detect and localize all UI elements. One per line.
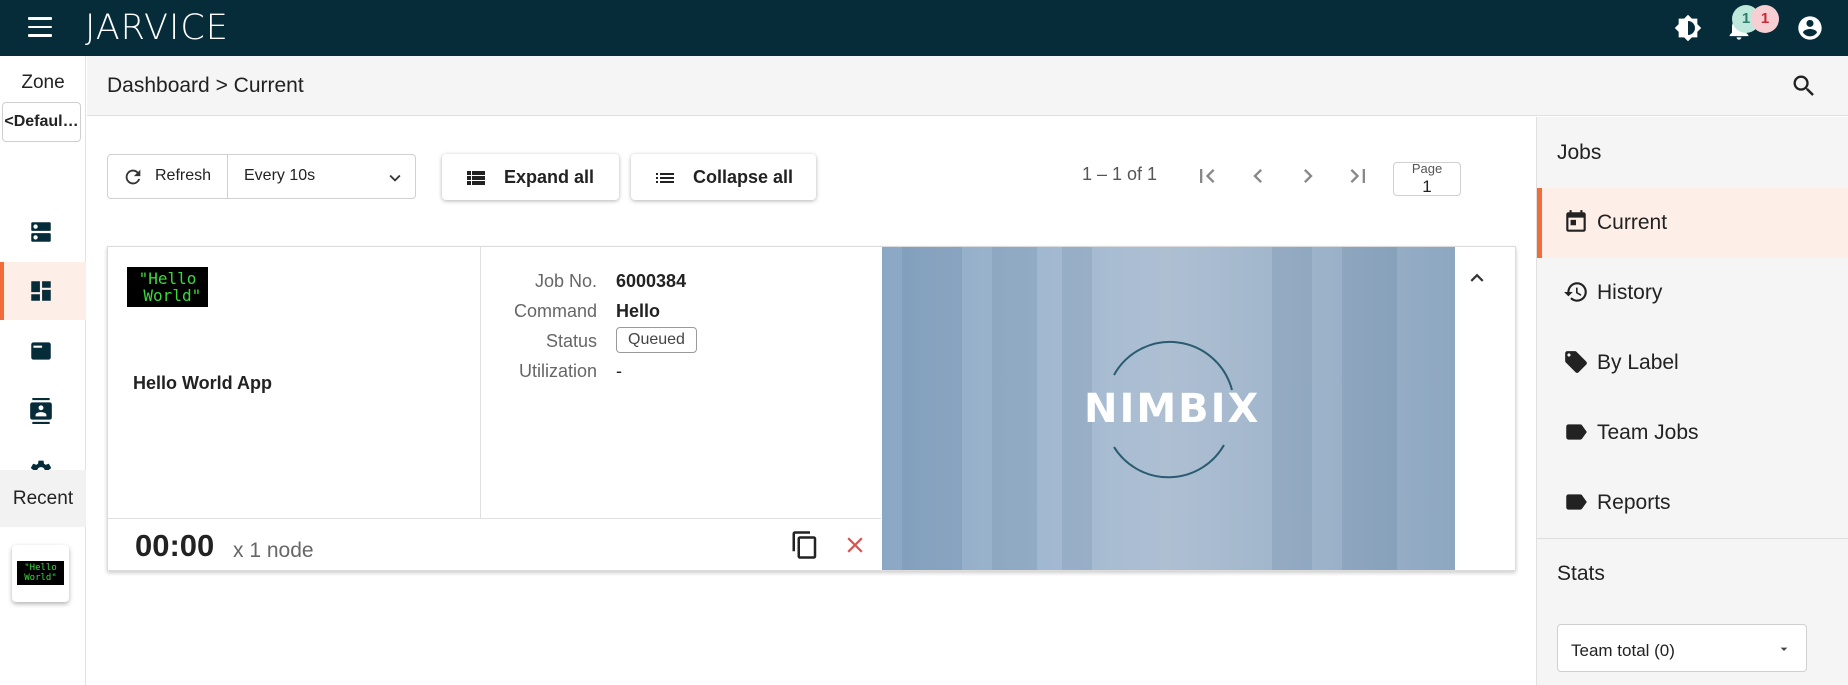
recent-section: Recent	[0, 470, 86, 527]
chevron-down-icon	[389, 174, 401, 182]
job-details: Job No. 6000384 Command Hello Status Que…	[482, 247, 882, 518]
page-value: 1	[1422, 177, 1432, 196]
recent-label: Recent	[12, 488, 74, 509]
label-icon	[1566, 424, 1587, 440]
account-icon[interactable]	[1796, 14, 1824, 42]
job-timer: 00:00	[135, 528, 215, 563]
refresh-interval-value: Every 10s	[244, 167, 316, 184]
job-node-count: x 1 node	[233, 539, 314, 562]
job-card: "Hello World" Hello World App Job No. 60…	[107, 246, 1516, 571]
status-badge: Queued	[616, 327, 697, 353]
menu-icon[interactable]	[28, 17, 52, 39]
recent-app-logo: "Hello World"	[17, 561, 64, 585]
top-app-bar: JARVICE 1 1	[0, 0, 1848, 56]
alert-count-badge: 1	[1751, 5, 1779, 33]
chevron-up-icon[interactable]	[1464, 265, 1490, 291]
left-navigation-rail: Zone <Defaul… Recent "Hello World"	[0, 56, 86, 685]
app-logo: "Hello World"	[127, 267, 208, 307]
refresh-control: Refresh Every 10s	[107, 154, 416, 199]
breadcrumb-bar: Dashboard > Current	[87, 56, 1848, 116]
expand-all-button[interactable]: Expand all	[442, 154, 619, 200]
tag-icon	[1565, 351, 1587, 373]
jobs-header: Jobs	[1557, 141, 1602, 164]
search-icon[interactable]	[1790, 72, 1818, 100]
refresh-interval-select[interactable]: Every 10s	[229, 155, 416, 198]
command-value: Hello	[616, 301, 661, 321]
panel-item-label: Team Jobs	[1597, 421, 1699, 444]
breadcrumb: Dashboard > Current	[107, 74, 304, 97]
expand-all-label: Expand all	[504, 167, 595, 187]
panel-item-current[interactable]: Current	[1537, 188, 1848, 258]
refresh-button[interactable]: Refresh	[108, 155, 228, 198]
theme-toggle-icon[interactable]	[1674, 14, 1702, 42]
utilization-row: Utilization -	[482, 361, 882, 389]
panel-item-label: Reports	[1597, 491, 1671, 514]
team-stats-value: Team total (0)	[1571, 641, 1675, 660]
next-page-icon[interactable]	[1294, 162, 1322, 190]
rail-apps-button[interactable]	[0, 322, 86, 380]
status-label: Status	[545, 331, 597, 351]
jobs-side-panel: Jobs Current History By Label Team Jobs …	[1536, 117, 1848, 685]
app-brand: JARVICE	[85, 8, 229, 48]
dashboard-icon	[31, 281, 51, 301]
refresh-icon	[125, 169, 141, 185]
job-app-column: "Hello World" Hello World App	[108, 247, 481, 518]
panel-item-reports[interactable]: Reports	[1537, 468, 1848, 538]
web-asset-icon	[31, 342, 51, 360]
recent-app-hello-world[interactable]: "Hello World"	[12, 545, 69, 602]
zone-select[interactable]: <Defaul…	[2, 102, 81, 142]
utilization-label: Utilization	[518, 361, 597, 381]
label-icon	[1566, 494, 1587, 510]
view-list-icon	[467, 171, 485, 185]
previous-page-icon[interactable]	[1244, 162, 1272, 190]
page-number-field[interactable]: Page 1	[1393, 161, 1461, 196]
panel-item-history[interactable]: History	[1537, 258, 1848, 328]
collapse-all-label: Collapse all	[693, 167, 794, 187]
zone-label: Zone	[21, 72, 65, 93]
command-row: Command Hello	[482, 301, 882, 329]
first-page-icon[interactable]	[1193, 162, 1221, 190]
job-number-value: 6000384	[616, 271, 687, 291]
servers-icon	[31, 222, 51, 242]
page-label: Page	[1411, 161, 1443, 176]
panel-item-team-jobs[interactable]: Team Jobs	[1537, 398, 1848, 468]
pagination-range: 1 – 1 of 1	[1082, 164, 1158, 184]
nimbix-logo: NIMBIX	[1084, 386, 1261, 432]
panel-item-label: Current	[1597, 211, 1668, 234]
list-icon	[656, 173, 674, 183]
dropdown-arrow-icon	[1780, 647, 1788, 651]
team-stats-select[interactable]: Team total (0)	[1557, 624, 1807, 672]
rail-compute-button[interactable]	[0, 203, 86, 261]
panel-item-label: History	[1597, 281, 1663, 304]
app-name: Hello World App	[133, 373, 272, 393]
job-number-label: Job No.	[534, 271, 597, 291]
panel-item-by-label[interactable]: By Label	[1537, 328, 1848, 398]
collapse-all-button[interactable]: Collapse all	[631, 154, 816, 200]
panel-item-label: By Label	[1597, 351, 1679, 374]
command-label: Command	[513, 301, 597, 321]
job-preview-image: NIMBIX	[882, 247, 1455, 570]
contact-badge-icon	[30, 398, 52, 424]
status-row: Status Queued	[482, 327, 882, 359]
refresh-label: Refresh	[155, 167, 212, 184]
stats-header: Stats	[1557, 562, 1605, 585]
rail-dashboard-button[interactable]	[0, 262, 86, 320]
panel-divider	[1537, 538, 1848, 539]
job-card-footer: 00:00 x 1 node	[108, 518, 881, 570]
rail-account-button[interactable]	[0, 382, 86, 440]
calendar-icon	[1566, 210, 1586, 232]
copy-icon[interactable]	[790, 530, 820, 560]
last-page-icon[interactable]	[1344, 162, 1372, 190]
history-icon	[1564, 282, 1587, 302]
utilization-value: -	[616, 361, 622, 381]
close-icon[interactable]	[842, 532, 868, 558]
job-number-row: Job No. 6000384	[482, 271, 882, 299]
